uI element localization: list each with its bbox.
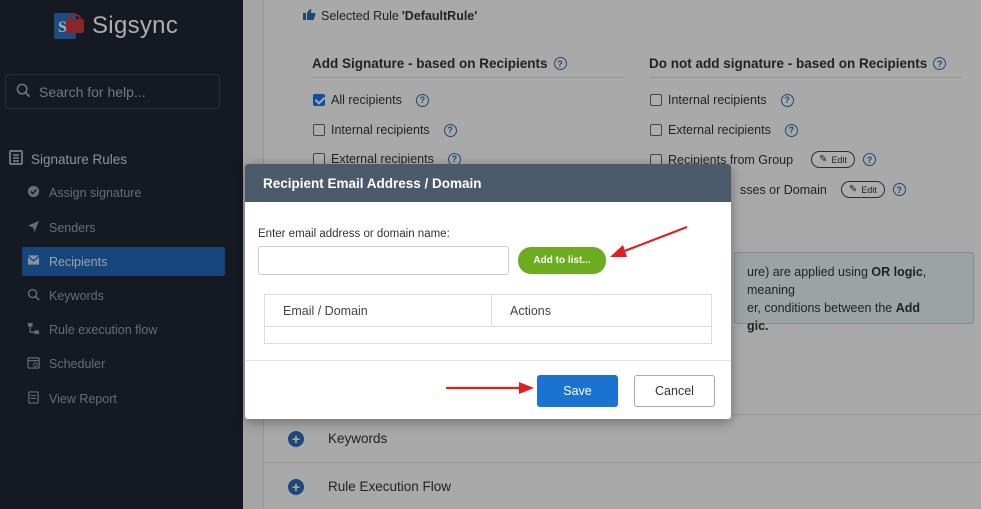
email-domain-table: Email / Domain Actions xyxy=(264,294,712,344)
email-field-label: Enter email address or domain name: xyxy=(258,228,450,240)
dialog-body: Enter email address or domain name: Add … xyxy=(245,202,731,361)
column-header-email-domain: Email / Domain xyxy=(265,295,492,326)
dialog-title: Recipient Email Address / Domain xyxy=(245,164,731,202)
save-button[interactable]: Save xyxy=(537,375,618,407)
table-header: Email / Domain Actions xyxy=(265,295,711,327)
dialog-footer: Save Cancel xyxy=(245,361,731,419)
cancel-button[interactable]: Cancel xyxy=(634,375,715,407)
email-domain-input[interactable] xyxy=(258,246,509,275)
recipient-email-dialog: Recipient Email Address / Domain Enter e… xyxy=(245,164,731,419)
add-to-list-button[interactable]: Add to list... xyxy=(518,247,606,274)
column-header-actions: Actions xyxy=(510,303,551,318)
